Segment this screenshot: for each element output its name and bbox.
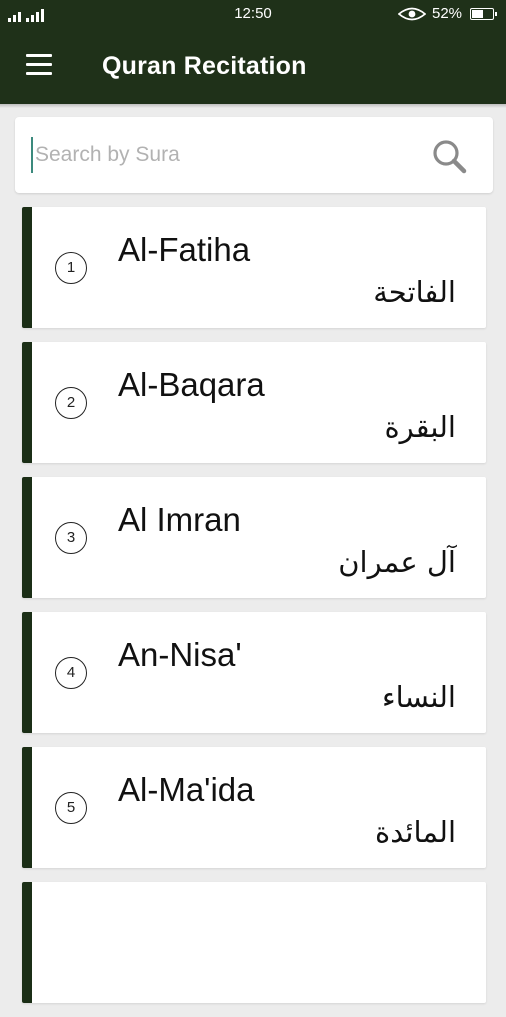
sura-number-badge: 4 bbox=[55, 657, 87, 689]
accent-bar bbox=[22, 747, 32, 868]
accent-bar bbox=[22, 882, 32, 1003]
search-input[interactable] bbox=[31, 137, 415, 173]
sura-item-1[interactable]: 1 Al-Fatiha الفاتحة bbox=[22, 207, 486, 328]
sura-number-badge: 1 bbox=[55, 252, 87, 284]
sura-name: Al-Fatiha bbox=[118, 231, 251, 268]
search-icon[interactable] bbox=[430, 136, 470, 176]
hamburger-menu-icon[interactable] bbox=[22, 50, 56, 80]
sura-number-badge: 2 bbox=[55, 387, 87, 419]
sura-number-badge: 3 bbox=[55, 522, 87, 554]
app-bar: Quran Recitation bbox=[0, 28, 506, 104]
sura-arabic-name: الفاتحة bbox=[373, 275, 456, 309]
battery-percent: 52% bbox=[432, 5, 463, 22]
accent-bar bbox=[22, 342, 32, 463]
status-time: 12:50 bbox=[234, 5, 272, 22]
sura-item-6[interactable] bbox=[22, 882, 486, 1003]
app-bar-shadow bbox=[0, 104, 506, 108]
sura-item-3[interactable]: 3 Al Imran آل عمران bbox=[22, 477, 486, 598]
sura-item-2[interactable]: 2 Al-Baqara البقرة bbox=[22, 342, 486, 463]
search-card bbox=[15, 117, 493, 193]
sura-arabic-name: المائدة bbox=[375, 815, 456, 849]
sura-name: Al-Ma'ida bbox=[118, 771, 255, 808]
sura-list: 1 Al-Fatiha الفاتحة 2 Al-Baqara البقرة 3… bbox=[22, 207, 486, 1017]
eye-comfort-icon bbox=[398, 7, 426, 21]
sura-number-badge: 5 bbox=[55, 792, 87, 824]
sura-item-5[interactable]: 5 Al-Ma'ida المائدة bbox=[22, 747, 486, 868]
sura-name: Al-Baqara bbox=[118, 366, 265, 403]
accent-bar bbox=[22, 477, 32, 598]
accent-bar bbox=[22, 207, 32, 328]
sura-arabic-name: البقرة bbox=[384, 410, 456, 444]
status-bar: 12:50 52% bbox=[0, 0, 506, 28]
sura-name: An-Nisa' bbox=[118, 636, 242, 673]
sura-name: Al Imran bbox=[118, 501, 241, 538]
sura-arabic-name: النساء bbox=[382, 680, 456, 714]
accent-bar bbox=[22, 612, 32, 733]
sura-item-4[interactable]: 4 An-Nisa' النساء bbox=[22, 612, 486, 733]
battery-icon bbox=[470, 8, 497, 20]
sura-arabic-name: آل عمران bbox=[338, 545, 456, 579]
app-title: Quran Recitation bbox=[102, 52, 307, 80]
